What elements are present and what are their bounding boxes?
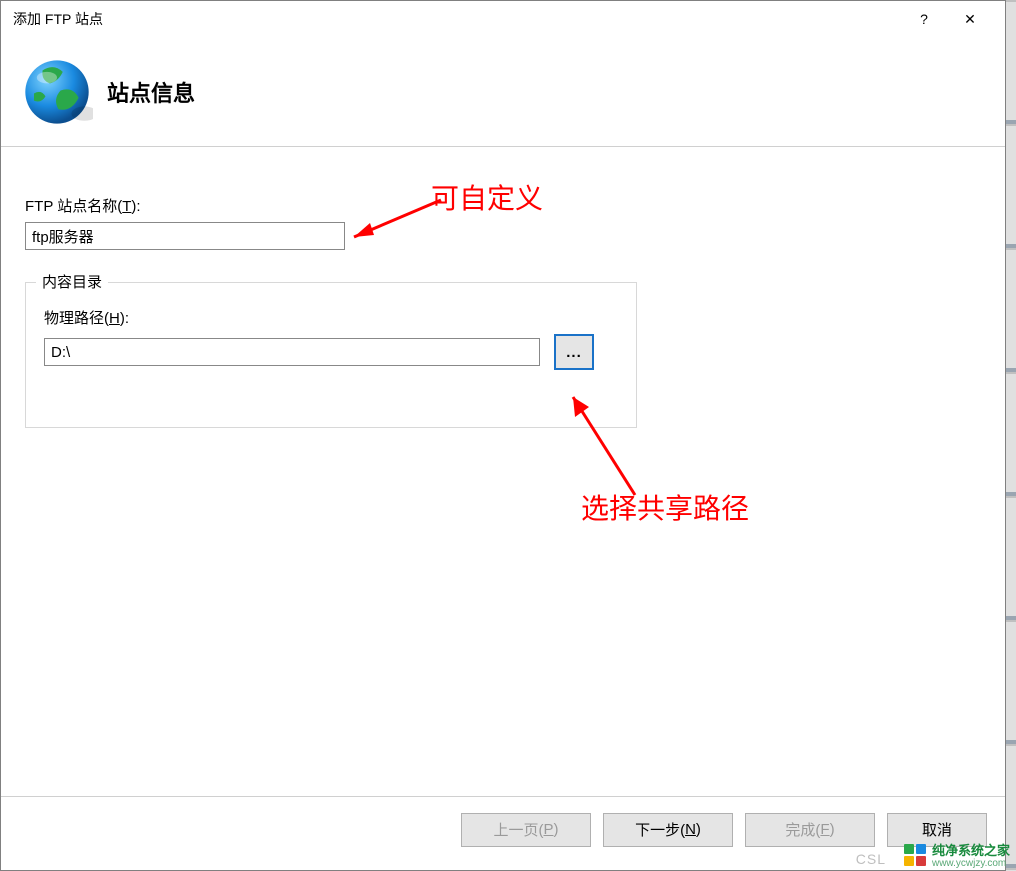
page-title: 站点信息 xyxy=(107,76,195,108)
dialog-header: 站点信息 xyxy=(1,37,1005,147)
physical-path-input[interactable] xyxy=(44,338,540,366)
watermark-csl: CSL xyxy=(856,851,886,867)
window-title: 添加 FTP 站点 xyxy=(13,9,901,29)
site-name-input[interactable] xyxy=(25,222,345,250)
annotation-share-path: 选择共享路径 xyxy=(581,487,749,527)
globe-icon xyxy=(21,56,93,128)
background-right-strip xyxy=(1006,0,1016,871)
brand-url: www.ycwjzy.com xyxy=(932,859,1010,869)
site-name-label: FTP 站点名称(T): xyxy=(25,195,985,216)
watermark-brand: 纯净系统之家 www.ycwjzy.com xyxy=(904,840,1010,869)
content-directory-group: 内容目录 物理路径(H): ... xyxy=(25,282,637,428)
help-button[interactable]: ? xyxy=(901,4,947,34)
content-directory-legend: 内容目录 xyxy=(36,271,108,292)
previous-button: 上一页(P) xyxy=(461,813,591,847)
browse-button[interactable]: ... xyxy=(554,334,594,370)
close-button[interactable]: ✕ xyxy=(947,4,993,34)
dialog-content: FTP 站点名称(T): 内容目录 物理路径(H): ... 可自定义 选择共享… xyxy=(1,147,1005,795)
add-ftp-site-dialog: 添加 FTP 站点 ? ✕ 站点信息 FTP 站点名称(T): 内容目 xyxy=(0,0,1006,871)
brand-name: 纯净系统之家 xyxy=(932,843,1010,858)
finish-button: 完成(F) xyxy=(745,813,875,847)
physical-path-label: 物理路径(H): xyxy=(44,307,618,328)
wizard-footer: 上一页(P) 下一步(N) 完成(F) 取消 xyxy=(1,796,1005,862)
next-button[interactable]: 下一步(N) xyxy=(603,813,733,847)
titlebar: 添加 FTP 站点 ? ✕ xyxy=(1,1,1005,37)
brand-logo-icon xyxy=(904,844,926,866)
